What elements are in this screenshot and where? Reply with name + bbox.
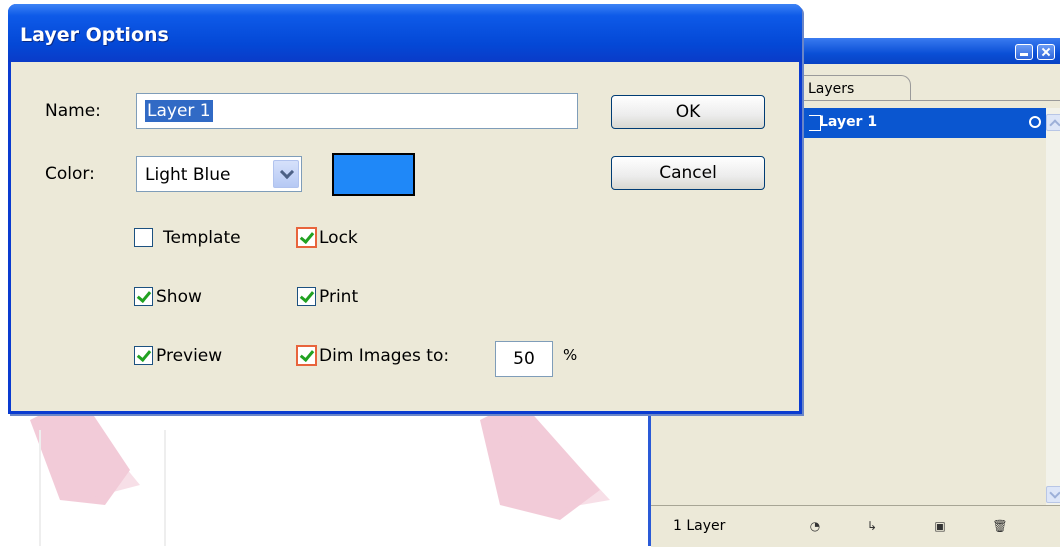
template-label: Template [163, 228, 241, 248]
preview-checkbox[interactable] [134, 346, 153, 365]
color-swatch[interactable] [332, 153, 415, 196]
dialog-title: Layer Options [20, 24, 169, 46]
layer-count: 1 Layer [673, 518, 726, 534]
layer-options-dialog: Layer Options Name: Layer 1 Color: Light… [8, 4, 802, 414]
dim-images-checkbox[interactable] [296, 345, 317, 366]
tab-layers[interactable]: Layers [801, 75, 911, 101]
chevron-down-icon[interactable] [273, 160, 299, 188]
check-icon [136, 287, 152, 304]
scroll-down-icon[interactable] [1046, 486, 1060, 503]
color-dropdown[interactable]: Light Blue [136, 156, 302, 192]
make-clipping-mask-icon[interactable]: ◔ [806, 518, 824, 534]
print-label: Print [319, 287, 359, 307]
target-circle-icon[interactable] [1029, 116, 1041, 128]
color-dropdown-value: Light Blue [145, 165, 231, 185]
create-sublayer-icon[interactable]: ↳ [863, 518, 881, 534]
show-checkbox[interactable] [134, 287, 153, 306]
new-layer-icon[interactable]: ▣ [931, 518, 949, 534]
layers-scrollbar[interactable] [1046, 108, 1060, 506]
layer-row[interactable]: Layer 1 [801, 108, 1051, 138]
color-label: Color: [45, 164, 95, 184]
preview-label: Preview [156, 346, 223, 366]
check-icon [136, 346, 152, 363]
lock-label: Lock [319, 228, 358, 248]
percent-unit: % [563, 346, 578, 364]
lock-checkbox[interactable] [296, 227, 317, 248]
layers-footer: 1 Layer ◔ ↳ ▣ 🗑 [651, 505, 1060, 547]
dim-images-input[interactable]: 50 [495, 341, 553, 377]
check-icon [299, 228, 315, 245]
dim-images-label: Dim Images to: [319, 346, 450, 366]
name-input[interactable]: Layer 1 [136, 93, 578, 129]
cancel-button[interactable]: Cancel [611, 156, 765, 190]
dialog-titlebar[interactable]: Layer Options [8, 4, 802, 62]
scroll-up-icon[interactable] [1046, 114, 1060, 131]
name-label: Name: [45, 101, 101, 121]
print-checkbox[interactable] [297, 287, 316, 306]
check-icon [299, 287, 315, 304]
close-icon[interactable] [1037, 44, 1055, 60]
layer-name: Layer 1 [819, 114, 878, 130]
name-value: Layer 1 [145, 100, 213, 122]
tab-divider [799, 100, 1060, 101]
show-label: Show [156, 287, 202, 307]
check-icon [299, 346, 315, 363]
ok-button[interactable]: OK [611, 95, 765, 129]
trash-icon[interactable]: 🗑 [991, 518, 1009, 534]
template-checkbox[interactable] [134, 228, 153, 247]
minimize-icon[interactable] [1015, 44, 1033, 60]
